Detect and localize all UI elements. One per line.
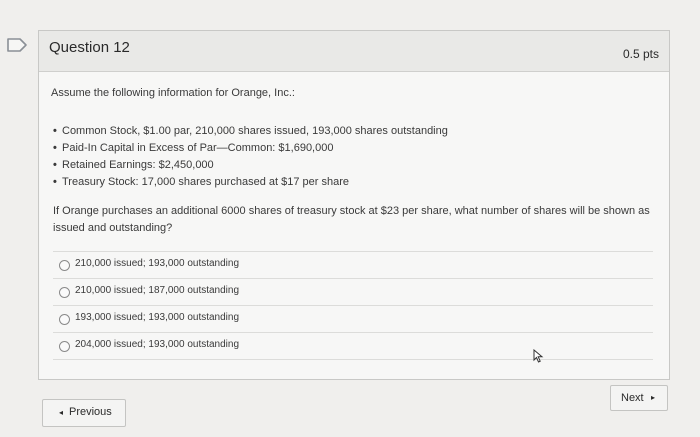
previous-button[interactable]: ◂ Previous bbox=[42, 399, 126, 427]
answer-label[interactable]: 210,000 issued; 193,000 outstanding bbox=[75, 258, 239, 269]
question-card: Question 12 0.5 pts Assume the following… bbox=[38, 30, 670, 380]
list-item: • Paid-In Capital in Excess of Par—Common… bbox=[53, 142, 334, 154]
radio-button[interactable] bbox=[59, 314, 70, 325]
bookmark-flag-icon[interactable] bbox=[6, 38, 28, 52]
answer-option-3[interactable]: 193,000 issued; 193,000 outstanding bbox=[53, 305, 653, 332]
answer-label[interactable]: 193,000 issued; 193,000 outstanding bbox=[75, 312, 239, 323]
answer-option-4[interactable]: 204,000 issued; 193,000 outstanding bbox=[53, 332, 653, 360]
list-item: • Treasury Stock: 17,000 shares purchased… bbox=[53, 176, 349, 188]
answer-option-2[interactable]: 210,000 issued; 187,000 outstanding bbox=[53, 278, 653, 305]
question-points: 0.5 pts bbox=[622, 47, 659, 61]
list-item: • Retained Earnings: $2,450,000 bbox=[53, 159, 214, 171]
question-title: Question 12 bbox=[49, 39, 130, 56]
next-label[interactable]: Next bbox=[621, 392, 644, 404]
radio-button[interactable] bbox=[59, 260, 70, 271]
radio-button[interactable] bbox=[59, 341, 70, 352]
triangle-right-icon: ▸ bbox=[651, 393, 656, 402]
triangle-left-icon: ◂ bbox=[59, 408, 64, 417]
question-intro: Assume the following information for Ora… bbox=[51, 87, 295, 99]
mouse-pointer-icon bbox=[533, 349, 544, 363]
previous-label[interactable]: Previous bbox=[69, 406, 112, 418]
answer-list: 210,000 issued; 193,000 outstanding 210,… bbox=[53, 251, 653, 360]
answer-label[interactable]: 204,000 issued; 193,000 outstanding bbox=[75, 339, 239, 350]
info-list: • Common Stock, $1.00 par, 210,000 shares… bbox=[53, 123, 448, 191]
answer-option-1[interactable]: 210,000 issued; 193,000 outstanding bbox=[53, 251, 653, 278]
answer-label[interactable]: 210,000 issued; 187,000 outstanding bbox=[75, 285, 239, 296]
next-button[interactable]: Next ▸ bbox=[610, 385, 668, 411]
question-prompt: If Orange purchases an additional 6000 s… bbox=[53, 205, 650, 234]
radio-button[interactable] bbox=[59, 287, 70, 298]
list-item: • Common Stock, $1.00 par, 210,000 shares… bbox=[53, 125, 448, 137]
question-header: Question 12 0.5 pts bbox=[39, 31, 669, 72]
